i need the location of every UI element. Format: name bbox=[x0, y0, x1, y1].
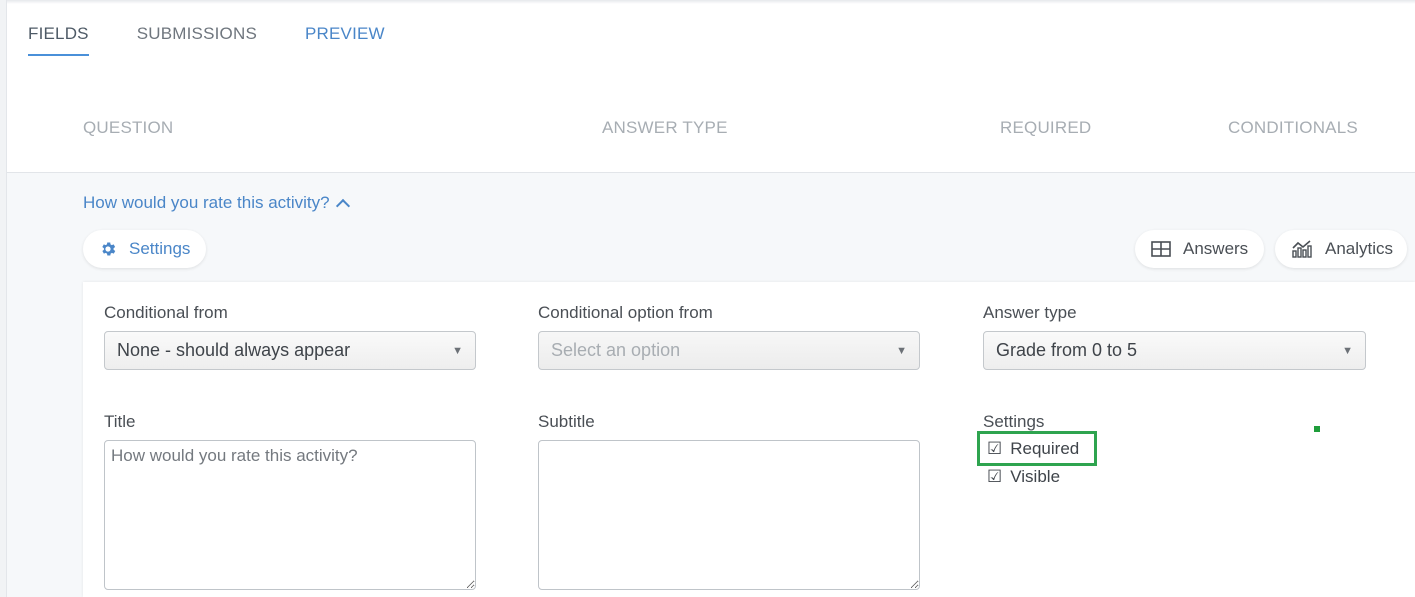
answer-type-select[interactable]: Grade from 0 to 5 ▼ bbox=[983, 331, 1366, 370]
settings-button-label: Settings bbox=[129, 239, 191, 258]
conditional-option-select[interactable]: Select an option ▼ bbox=[538, 331, 920, 370]
analytics-button[interactable]: Analytics bbox=[1275, 230, 1408, 268]
gear-icon bbox=[102, 242, 116, 256]
visible-checkbox-label: Visible bbox=[1010, 467, 1061, 486]
tab-bar: FIELDS SUBMISSIONS PREVIEW bbox=[28, 22, 385, 58]
answer-type-label: Answer type bbox=[983, 303, 1077, 322]
title-textarea[interactable] bbox=[104, 440, 476, 590]
table-icon bbox=[1151, 241, 1171, 257]
conditional-from-value: None - should always appear bbox=[117, 340, 351, 360]
subtitle-textarea[interactable] bbox=[538, 440, 920, 590]
chevron-up-icon bbox=[335, 198, 350, 214]
top-shadow bbox=[7, 0, 1415, 4]
answers-button[interactable]: Answers bbox=[1135, 230, 1265, 268]
analytics-icon bbox=[1292, 240, 1312, 258]
column-header-question: QUESTION bbox=[83, 118, 174, 137]
tab-preview[interactable]: PREVIEW bbox=[305, 22, 385, 56]
question-title: How would you rate this activity? bbox=[83, 193, 330, 212]
tab-submissions[interactable]: SUBMISSIONS bbox=[137, 22, 257, 56]
subtitle-label: Subtitle bbox=[538, 412, 595, 431]
analytics-button-label: Analytics bbox=[1325, 239, 1394, 258]
conditional-option-placeholder: Select an option bbox=[551, 340, 681, 360]
left-edge bbox=[0, 0, 7, 597]
checkbox-checked-icon: ☑ bbox=[987, 467, 1003, 486]
dropdown-caret-icon: ▼ bbox=[1342, 344, 1353, 357]
conditional-option-label: Conditional option from bbox=[538, 303, 713, 322]
title-label: Title bbox=[104, 412, 136, 431]
highlight-box bbox=[977, 431, 1097, 466]
dropdown-caret-icon: ▼ bbox=[896, 344, 907, 357]
column-header-answer-type: ANSWER TYPE bbox=[602, 118, 728, 137]
settings-button[interactable]: Settings bbox=[83, 230, 207, 268]
question-toggle[interactable]: How would you rate this activity? bbox=[83, 193, 350, 214]
column-header-required: REQUIRED bbox=[1000, 118, 1092, 137]
settings-label: Settings bbox=[983, 412, 1045, 431]
column-header-conditionals: CONDITIONALS bbox=[1228, 118, 1358, 137]
answer-type-value: Grade from 0 to 5 bbox=[996, 340, 1138, 360]
marker-dot bbox=[1314, 426, 1320, 432]
tab-fields[interactable]: FIELDS bbox=[28, 22, 89, 56]
answers-button-label: Answers bbox=[1183, 239, 1249, 258]
conditional-from-select[interactable]: None - should always appear ▼ bbox=[104, 331, 476, 370]
dropdown-caret-icon: ▼ bbox=[452, 344, 463, 357]
conditional-from-label: Conditional from bbox=[104, 303, 228, 322]
visible-checkbox[interactable]: ☑ Visible bbox=[987, 467, 1060, 487]
